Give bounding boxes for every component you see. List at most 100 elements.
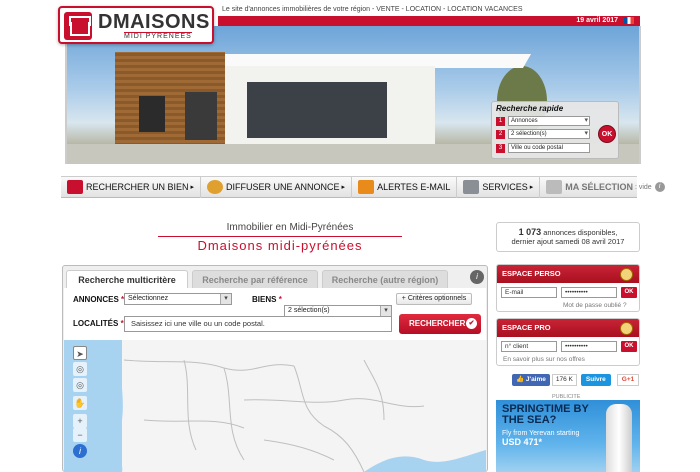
required-mark: * — [278, 295, 282, 304]
megaphone-icon — [207, 180, 224, 194]
ad-tower-image — [606, 404, 632, 472]
availability-count-line: 1 073 annonces disponibles, — [497, 227, 639, 237]
advertisement-banner[interactable]: SPRINGTIME BY THE SEA? Fly from Yerevan … — [496, 400, 640, 472]
tab-autre-region[interactable]: Recherche (autre région) — [322, 270, 448, 288]
selection-label: MA SÉLECTION — [565, 182, 633, 192]
tab-reference[interactable]: Recherche par référence — [192, 270, 318, 288]
localites-input[interactable]: Saisissez ici une ville ou un code posta… — [124, 316, 392, 332]
house-glass-front — [247, 82, 387, 138]
email-alert-icon — [358, 180, 375, 194]
social-buttons: 👍 J'aime 176 K Suivre G+1 — [512, 374, 640, 386]
region-map[interactable] — [64, 340, 486, 472]
pro-offers-link[interactable]: En savoir plus sur nos offres — [503, 356, 585, 363]
intro-subtitle: Dmaisons midi-pyrénées — [197, 238, 363, 253]
availability-last: dernier ajout samedi 08 avril 2017 — [511, 237, 625, 246]
quick-row-2: 2 2 sélection(s) — [496, 129, 590, 139]
nav-label: SERVICES — [482, 182, 528, 192]
logo-subtitle: MIDI PYRENEES — [124, 32, 192, 40]
tab-multicritere[interactable]: Recherche multicritère — [66, 270, 188, 288]
fb-like-label: J'aime — [525, 376, 546, 383]
current-date: 19 avril 2017 — [576, 17, 618, 24]
password-field[interactable]: •••••••••• — [561, 287, 617, 298]
facebook-like-count: 176 K — [551, 374, 577, 386]
thumbs-up-icon: 👍 — [516, 376, 525, 383]
nav-diffuser[interactable]: DIFFUSER UNE ANNONCE ▸ — [201, 176, 353, 198]
search-info-icon[interactable]: i — [470, 270, 484, 284]
tagline: Le site d'annonces immobilières de votre… — [222, 6, 523, 13]
intro-divider — [158, 236, 402, 237]
ad-headline: SPRINGTIME BY THE SEA? — [502, 403, 589, 426]
quick-annonces-select[interactable]: Annonces — [508, 116, 590, 126]
map-point-icon[interactable]: ◎ — [73, 378, 87, 392]
hand-pan-icon[interactable]: ✋ — [73, 396, 87, 410]
french-flag-icon[interactable] — [624, 17, 634, 24]
quick-search-box: Recherche rapide 1 Annonces 2 2 sélectio… — [491, 101, 619, 159]
select-arrow-icon[interactable]: ➤ — [73, 346, 87, 360]
email-field[interactable]: E-mail — [501, 287, 557, 298]
nav-label: DIFFUSER UNE ANNONCE — [226, 182, 340, 192]
nav-arrow-icon: ▸ — [529, 184, 534, 191]
pro-user-icon — [620, 322, 633, 335]
nav-label: ALERTES E-MAIL — [377, 182, 451, 192]
selection-icon — [546, 180, 563, 194]
department-borders — [123, 359, 425, 472]
nav-rechercher[interactable]: RECHERCHER UN BIEN ▸ — [61, 176, 202, 198]
intro-title: Immobilier en Midi-Pyrénées — [226, 222, 354, 233]
house-logo-icon — [64, 12, 92, 40]
nav-arrow-icon: ▸ — [341, 184, 346, 191]
biens-label-text: BIENS — [252, 295, 277, 304]
map-point-icon[interactable]: ◎ — [73, 362, 87, 376]
client-number-field[interactable]: n° client — [501, 341, 557, 352]
info-icon[interactable]: i — [654, 182, 665, 192]
zoom-out-icon[interactable]: − — [73, 428, 87, 442]
forgot-password-link[interactable]: Mot de passe oublié ? — [563, 302, 627, 309]
step-number: 2 — [496, 129, 505, 139]
ad-price: USD 471* — [502, 437, 543, 447]
map-info-icon[interactable]: i — [73, 444, 87, 458]
zoom-in-icon[interactable]: + — [73, 414, 87, 428]
annonces-select[interactable]: Sélectionnez — [124, 293, 232, 305]
pro-password-field[interactable]: •••••••••• — [561, 341, 617, 352]
availability-box: 1 073 annonces disponibles, dernier ajou… — [496, 222, 640, 252]
espace-pro-title: ESPACE PRO — [497, 319, 639, 337]
house-wood-block — [115, 52, 225, 152]
user-key-icon — [620, 268, 633, 281]
quick-row-3: 3 Ville ou code postal — [496, 143, 590, 153]
nav-alertes[interactable]: ALERTES E-MAIL — [352, 176, 458, 198]
annonces-label-text: ANNONCES — [73, 295, 119, 304]
map-toolbar: ➤ ◎ ◎ ✋ + − i — [73, 346, 89, 458]
quick-search-title: Recherche rapide — [496, 104, 564, 113]
pro-login-ok-button[interactable]: OK — [621, 341, 637, 352]
localites-label-text: LOCALITÉS — [73, 319, 119, 328]
site-logo[interactable]: DMAISONS MIDI PYRENEES — [58, 6, 214, 44]
step-number: 1 — [496, 116, 505, 126]
quick-biens-select[interactable]: 2 sélection(s) — [508, 129, 590, 139]
main-nav: RECHERCHER UN BIEN ▸ DIFFUSER UNE ANNONCE… — [61, 176, 665, 198]
nav-services[interactable]: SERVICES ▸ — [457, 176, 541, 198]
selection-count: : vide — [634, 183, 652, 191]
espace-pro-box: ESPACE PRO n° client •••••••••• OK En sa… — [496, 318, 640, 366]
availability-count: 1 073 — [518, 227, 542, 237]
nav-ma-selection[interactable]: MA SÉLECTION: vide i — [540, 176, 670, 198]
annonces-label: ANNONCES * — [73, 295, 124, 304]
localites-label: LOCALITÉS * — [73, 319, 124, 328]
house-window — [185, 92, 217, 140]
step-number: 3 — [496, 143, 505, 153]
nav-arrow-icon: ▸ — [190, 184, 195, 191]
quick-row-1: 1 Annonces — [496, 116, 590, 126]
house-search-icon — [67, 180, 83, 194]
map-drawing — [64, 340, 486, 472]
nav-label: RECHERCHER UN BIEN — [86, 182, 189, 192]
google-plus-button[interactable]: G+1 — [616, 374, 640, 386]
quick-location-input[interactable]: Ville ou code postal — [508, 143, 590, 153]
espace-perso-title: ESPACE PERSO — [497, 265, 639, 283]
twitter-follow-button[interactable]: Suivre — [580, 374, 611, 386]
facebook-like-button[interactable]: 👍 J'aime — [512, 374, 550, 386]
login-ok-button[interactable]: OK — [621, 287, 637, 298]
house-window — [139, 96, 165, 132]
search-button[interactable]: RECHERCHER — [399, 314, 481, 334]
biens-label: BIENS * — [252, 295, 282, 304]
mediterranean-sea — [364, 450, 486, 472]
quick-ok-button[interactable]: OK — [598, 125, 616, 143]
optional-criteria-button[interactable]: + Critères optionnels — [396, 293, 472, 305]
